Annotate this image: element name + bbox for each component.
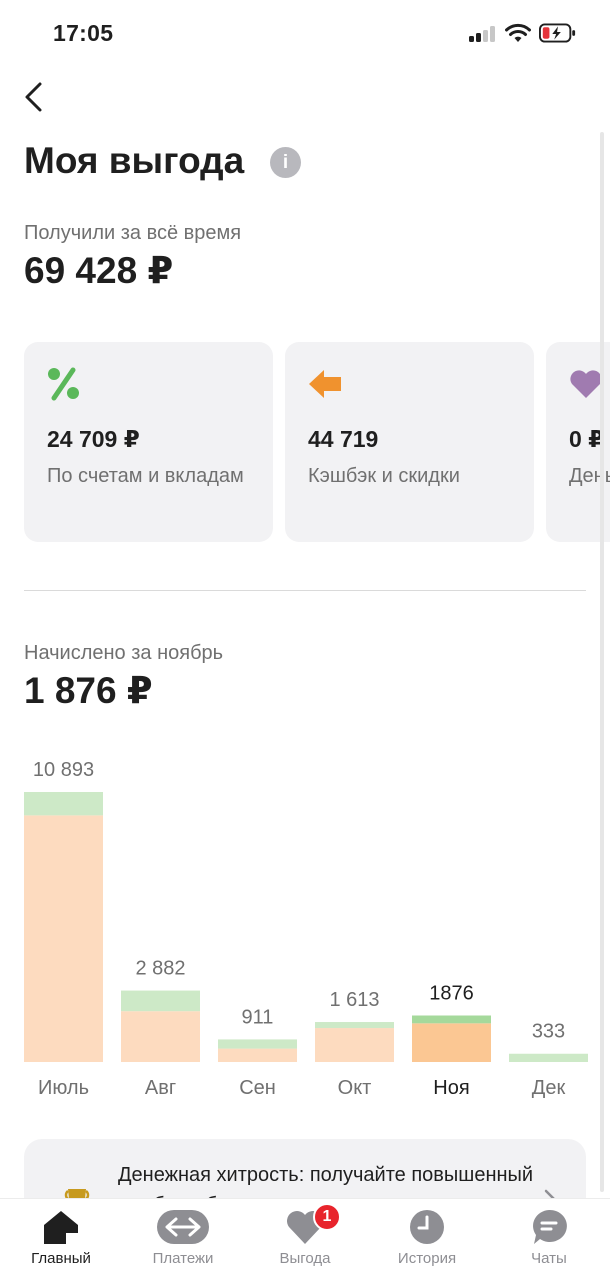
bar-value-label: 1 613 (329, 989, 379, 1011)
tab-label: Выгода (279, 1250, 331, 1267)
bar-value-label: 333 (532, 1021, 565, 1043)
tab-label: Чаты (531, 1250, 567, 1267)
card-cashback[interactable]: 44 719 Кэшбэк и скидки (285, 342, 534, 542)
tab-payments[interactable]: Платежи (122, 1199, 244, 1280)
percent-icon (48, 367, 79, 401)
notification-badge: 1 (313, 1203, 341, 1231)
battery-icon (539, 23, 576, 43)
bar-value-label: 911 (242, 1006, 274, 1028)
month-label: Начислено за ноябрь (24, 642, 224, 664)
month-value: 1 876 ₽ (24, 670, 153, 711)
bar-category-label[interactable]: Сен (208, 1077, 308, 1100)
bar-segment (121, 1011, 200, 1062)
bar-segment (218, 1048, 297, 1062)
bar-segment (315, 1022, 394, 1029)
divider (24, 590, 586, 591)
tab-history[interactable]: История (366, 1199, 488, 1280)
tab-label: История (397, 1250, 457, 1267)
bar-segment (24, 815, 103, 1062)
bar-segment (509, 1053, 588, 1062)
card-label: По счетам и вкладам (47, 465, 244, 487)
card-accounts[interactable]: 24 709 ₽ По счетам и вкладам (24, 342, 273, 542)
bar-value-label: 1876 (429, 983, 474, 1005)
card-value: 24 709 ₽ (47, 426, 140, 452)
card-value: 44 719 (308, 426, 379, 452)
tab-chats[interactable]: Чаты (488, 1199, 610, 1280)
tab-label: Главный (31, 1250, 91, 1267)
scrollbar[interactable] (600, 132, 604, 1192)
card-value: 0 ₽ (569, 426, 605, 452)
monthly-chart: 10 893 2 882 911 1 613 1876 333 Июль Авг Сен Окт… (0, 740, 610, 1110)
bar-category-label[interactable]: Дек (499, 1077, 599, 1100)
bar-category-label[interactable]: Авг (111, 1077, 211, 1100)
chat-icon (533, 1209, 567, 1244)
bar-value-label: 2 882 (135, 958, 185, 980)
transfer-icon (157, 1210, 209, 1244)
back-icon[interactable] (20, 80, 50, 114)
info-icon[interactable]: i (270, 147, 301, 178)
wifi-icon (505, 23, 531, 42)
bar-category-label[interactable]: Июль (14, 1077, 114, 1100)
chart-svg: 10 893 2 882 911 1 613 1876 333 (24, 759, 588, 1062)
bar-category-label[interactable]: Окт (305, 1077, 405, 1100)
tab-benefits[interactable]: 1 Выгода (244, 1199, 366, 1280)
card-label: Кэшбэк и скидки (308, 465, 460, 487)
bar-segment (121, 990, 200, 1012)
signal-icon (469, 26, 497, 42)
tab-bar: Главный Платежи 1 Выгода История Чаты (0, 1198, 610, 1280)
bar-category-label[interactable]: Ноя (402, 1077, 502, 1100)
bar-segment (315, 1028, 394, 1062)
arrow-left-icon (309, 370, 341, 398)
clock-icon (410, 1210, 444, 1244)
total-value: 69 428 ₽ (24, 250, 174, 291)
tab-home[interactable]: Главный (0, 1199, 122, 1280)
bar-value-label: 10 893 (33, 759, 94, 781)
bar-segment (218, 1039, 297, 1049)
heart-icon (570, 370, 602, 398)
benefit-cards: 24 709 ₽ По счетам и вкладам 44 719 Кэшб… (24, 342, 610, 542)
status-time: 17:05 (53, 20, 114, 46)
total-label: Получили за всё время (24, 222, 242, 244)
tab-label: Платежи (152, 1250, 214, 1267)
page-title: Моя выгода (24, 140, 245, 181)
bar-segment (412, 1023, 491, 1062)
bar-segment (24, 792, 103, 816)
bar-segment (412, 1015, 491, 1024)
home-icon (44, 1211, 78, 1244)
